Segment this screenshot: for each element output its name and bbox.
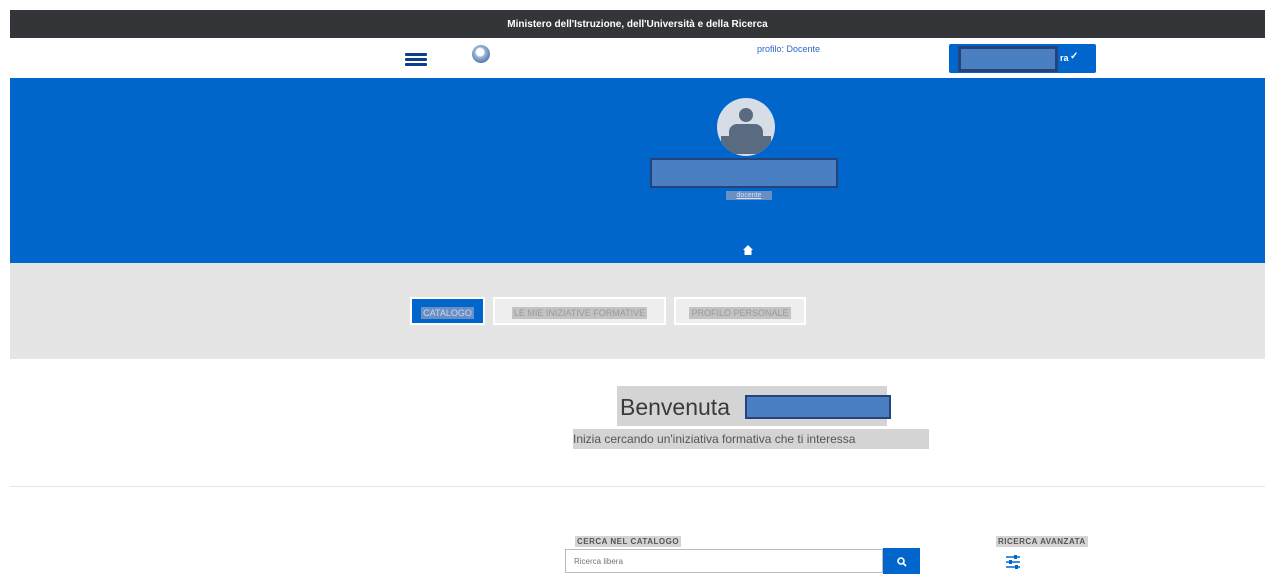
- tab-catalogo[interactable]: CATALOGO: [410, 297, 485, 325]
- redacted-first-name: [745, 395, 891, 419]
- main-navbar: profilo: Docente ra ✓: [10, 38, 1265, 78]
- welcome-greeting: Benvenuta: [620, 394, 730, 420]
- user-role-label: docente: [726, 191, 772, 200]
- search-label: CERCA NEL CATALOGO: [575, 536, 682, 547]
- tab-le-mie-iniziative[interactable]: LE MIE INIZIATIVE FORMATIVE: [493, 297, 666, 325]
- welcome-heading: Benvenuta: [617, 386, 891, 426]
- section-divider: [10, 486, 1265, 487]
- search-button[interactable]: [883, 548, 920, 574]
- search-input[interactable]: [565, 549, 883, 573]
- search-icon: [897, 557, 907, 567]
- sliders-icon[interactable]: [1001, 552, 1025, 572]
- welcome-subtitle: Inizia cercando un'iniziativa formativa …: [573, 429, 929, 449]
- republic-emblem-icon[interactable]: [472, 45, 490, 63]
- user-menu-button[interactable]: ra ✓: [949, 44, 1096, 73]
- profile-role-text: profilo: Docente: [757, 44, 821, 54]
- advanced-search-label: RICERCA AVANZATA: [996, 536, 1088, 547]
- redacted-user-name: [650, 158, 838, 188]
- tabs-bar: CATALOGO LE MIE INIZIATIVE FORMATIVE PRO…: [10, 263, 1265, 359]
- ministry-topbar: Ministero dell'Istruzione, dell'Universi…: [10, 10, 1265, 38]
- tab-profilo-personale[interactable]: PROFILO PERSONALE: [674, 297, 806, 325]
- profile-hero: docente: [10, 78, 1265, 263]
- ministry-title: Ministero dell'Istruzione, dell'Universi…: [507, 19, 768, 30]
- redacted-username: [958, 46, 1058, 72]
- avatar: [717, 98, 775, 156]
- home-icon[interactable]: [743, 245, 753, 255]
- chevron-down-icon: ✓: [1070, 51, 1079, 62]
- user-name-suffix: ra: [1060, 53, 1069, 63]
- hamburger-icon[interactable]: [405, 53, 427, 67]
